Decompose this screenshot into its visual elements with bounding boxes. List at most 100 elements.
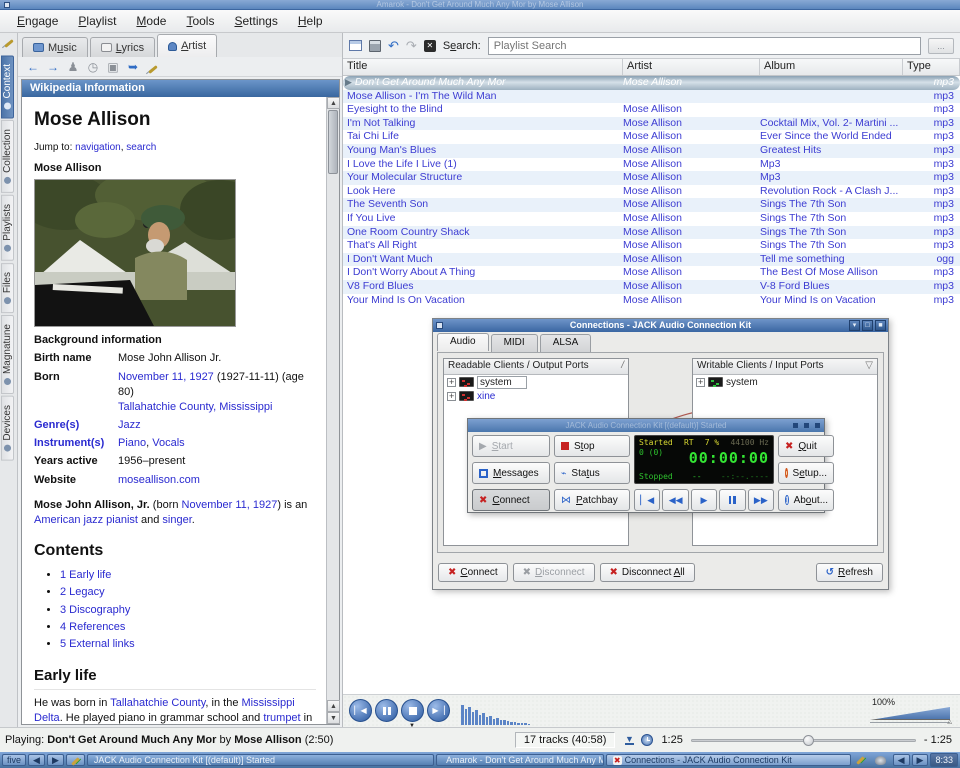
undo-icon[interactable]: ↶ xyxy=(388,39,399,52)
configure-button[interactable] xyxy=(0,33,18,53)
toc-item[interactable]: 3 Discography xyxy=(60,603,316,618)
seek-slider[interactable] xyxy=(691,739,916,742)
save-playlist-icon[interactable] xyxy=(369,40,381,52)
toc-item[interactable]: 4 References xyxy=(60,620,316,635)
client-item-xine[interactable]: xine xyxy=(444,389,628,403)
previous-track-button[interactable]: ▏◀ xyxy=(349,699,372,722)
amarok-titlebar[interactable]: Amarok - Don't Get Around Much Any Mor b… xyxy=(0,0,960,10)
maximize-icon[interactable]: □ xyxy=(862,320,873,331)
tray-pencil-icon[interactable] xyxy=(853,752,869,768)
playlist-row[interactable]: Your Molecular StructureMose AllisonMp3m… xyxy=(343,171,960,185)
volume-marker-icon[interactable]: △ xyxy=(947,718,952,725)
wiki-settings-icon[interactable] xyxy=(146,60,160,74)
taskbar-task[interactable]: JACK Audio Connection Kit [(default)] St… xyxy=(87,754,434,766)
wiki-link[interactable]: trumpet xyxy=(263,712,300,724)
history-icon[interactable]: ◷ xyxy=(86,60,100,74)
fast-forward-button[interactable]: ▶▶ xyxy=(748,489,774,511)
playlist-row[interactable]: V8 Ford BluesMose AllisonV-8 Ford Bluesm… xyxy=(343,280,960,294)
wiki-link[interactable]: Vocals xyxy=(152,437,184,449)
wiki-link[interactable]: November 11, 1927 xyxy=(118,371,214,383)
tray-app-icon[interactable] xyxy=(873,752,889,768)
column-header-artist[interactable]: Artist xyxy=(623,59,760,75)
menu-playlist[interactable]: Playlist xyxy=(69,12,125,30)
volume-wedge[interactable] xyxy=(870,707,950,720)
close-icon[interactable]: ■ xyxy=(875,320,886,331)
jack-tab-audio[interactable]: Audio xyxy=(437,333,489,351)
menu-settings[interactable]: Settings xyxy=(225,12,286,30)
close-icon[interactable] xyxy=(815,423,820,428)
menu-engage[interactable]: Engage xyxy=(8,12,67,30)
jack-tab-alsa[interactable]: ALSA xyxy=(540,334,592,352)
toc-item[interactable]: 1 Early life xyxy=(60,568,316,583)
album-icon[interactable]: ▣ xyxy=(106,60,120,74)
sidebar-item-playlists[interactable]: Playlists xyxy=(1,195,14,261)
jack-tab-midi[interactable]: MIDI xyxy=(491,334,538,352)
wiki-link[interactable]: singer xyxy=(162,514,191,526)
shade-icon[interactable] xyxy=(793,423,798,428)
wiki-link[interactable]: 2 Legacy xyxy=(60,586,105,598)
start-button[interactable]: ▶Start xyxy=(472,435,550,457)
playlist-row[interactable]: I Don't Want MuchMose AllisonTell me som… xyxy=(343,253,960,267)
column-header-type[interactable]: Type xyxy=(903,59,960,75)
volume-slider[interactable]: 100% △ xyxy=(870,698,950,724)
wiki-link[interactable]: Tallahatchie County, Mississippi xyxy=(118,401,272,413)
disconnect-button[interactable]: ✖Disconnect xyxy=(513,563,595,582)
wiki-link[interactable]: 3 Discography xyxy=(60,604,130,616)
messages-button[interactable]: Messages xyxy=(472,462,550,484)
playlist-row[interactable]: Your Mind Is On VacationMose AllisonYour… xyxy=(343,294,960,308)
seek-knob[interactable] xyxy=(803,735,814,746)
browser-icon[interactable]: ➥ xyxy=(126,60,140,74)
status-button[interactable]: ⌁Status xyxy=(554,462,630,484)
forward-icon[interactable]: → xyxy=(46,60,60,74)
tab-music[interactable]: Music xyxy=(22,37,88,57)
wiki-link[interactable]: pianist xyxy=(106,514,138,526)
wiki-link[interactable]: jazz xyxy=(84,514,104,526)
transport-pause-button[interactable] xyxy=(719,489,745,511)
next-track-button[interactable]: ▶▕ xyxy=(427,699,450,722)
jack-connections-titlebar[interactable]: Connections - JACK Audio Connection Kit … xyxy=(433,319,888,332)
qjackctl-titlebar[interactable]: JACK Audio Connection Kit [(default)] St… xyxy=(468,419,824,432)
menu-tools[interactable]: Tools xyxy=(177,12,223,30)
playlist-row[interactable]: The Seventh SonMose AllisonSings The 7th… xyxy=(343,198,960,212)
sidebar-item-files[interactable]: Files xyxy=(1,263,14,313)
playlist-row[interactable]: Look HereMose AllisonRevolution Rock - A… xyxy=(343,185,960,199)
wiki-link[interactable]: moseallison.com xyxy=(118,474,200,486)
taskbar-task[interactable]: Amarok - Don't Get Around Much Any Mor b… xyxy=(436,754,604,766)
setup-button[interactable]: Setup... xyxy=(778,462,834,484)
sort-indicator-icon[interactable]: / xyxy=(621,360,624,373)
writable-clients-header[interactable]: Writable Clients / Input Ports xyxy=(697,360,824,373)
wiki-link[interactable]: 5 External links xyxy=(60,638,135,650)
infobox-label[interactable]: Genre(s) xyxy=(34,418,118,433)
menu-mode[interactable]: Mode xyxy=(127,12,175,30)
rewind-button[interactable]: ◀◀ xyxy=(662,489,688,511)
expand-icon[interactable] xyxy=(447,392,456,401)
playlist-search-input[interactable] xyxy=(488,37,921,55)
playlist-row[interactable]: I Love the Life I Live (1)Mose AllisonMp… xyxy=(343,158,960,172)
playlist-row[interactable]: I'm Not TalkingMose AllisonCocktail Mix,… xyxy=(343,117,960,131)
playlist-row[interactable]: Tai Chi LifeMose AllisonEver Since the W… xyxy=(343,130,960,144)
refresh-button[interactable]: ↺Refresh xyxy=(816,563,883,582)
stop-button[interactable]: Stop xyxy=(554,435,630,457)
playlist-row[interactable]: If You LiveMose AllisonSings The 7th Son… xyxy=(343,212,960,226)
playlist-row[interactable]: Eyesight to the BlindMose Allisonmp3 xyxy=(343,103,960,117)
wiki-link[interactable]: navigation xyxy=(75,142,121,153)
playlist-row[interactable]: I Don't Worry About A ThingMose AllisonT… xyxy=(343,266,960,280)
scroll-up2-icon[interactable]: ▲ xyxy=(327,700,340,712)
readable-clients-header[interactable]: Readable Clients / Output Ports xyxy=(448,360,589,373)
wiki-link[interactable]: Piano xyxy=(118,437,146,449)
more-button[interactable]: ... xyxy=(928,38,954,54)
column-header-title[interactable]: Title xyxy=(343,59,623,75)
toc-item[interactable]: 5 External links xyxy=(60,637,316,652)
tab-artist[interactable]: Artist xyxy=(157,34,217,57)
new-playlist-icon[interactable] xyxy=(349,40,362,51)
show-desktop-icon[interactable] xyxy=(66,754,85,766)
wiki-link[interactable]: search xyxy=(126,142,156,153)
tray-scroll-left-icon[interactable]: ◀ xyxy=(893,754,910,766)
transport-play-button[interactable]: ▶ xyxy=(691,489,717,511)
spectrum-analyzer[interactable] xyxy=(461,698,531,725)
wiki-link[interactable]: 4 References xyxy=(60,621,125,633)
clear-search-icon[interactable]: ✕ xyxy=(424,40,436,52)
rewind-to-start-button[interactable]: ▏◀ xyxy=(634,489,660,511)
sidebar-item-context[interactable]: Context xyxy=(1,55,14,118)
disconnect-all-button[interactable]: ✖Disconnect All xyxy=(600,563,695,582)
